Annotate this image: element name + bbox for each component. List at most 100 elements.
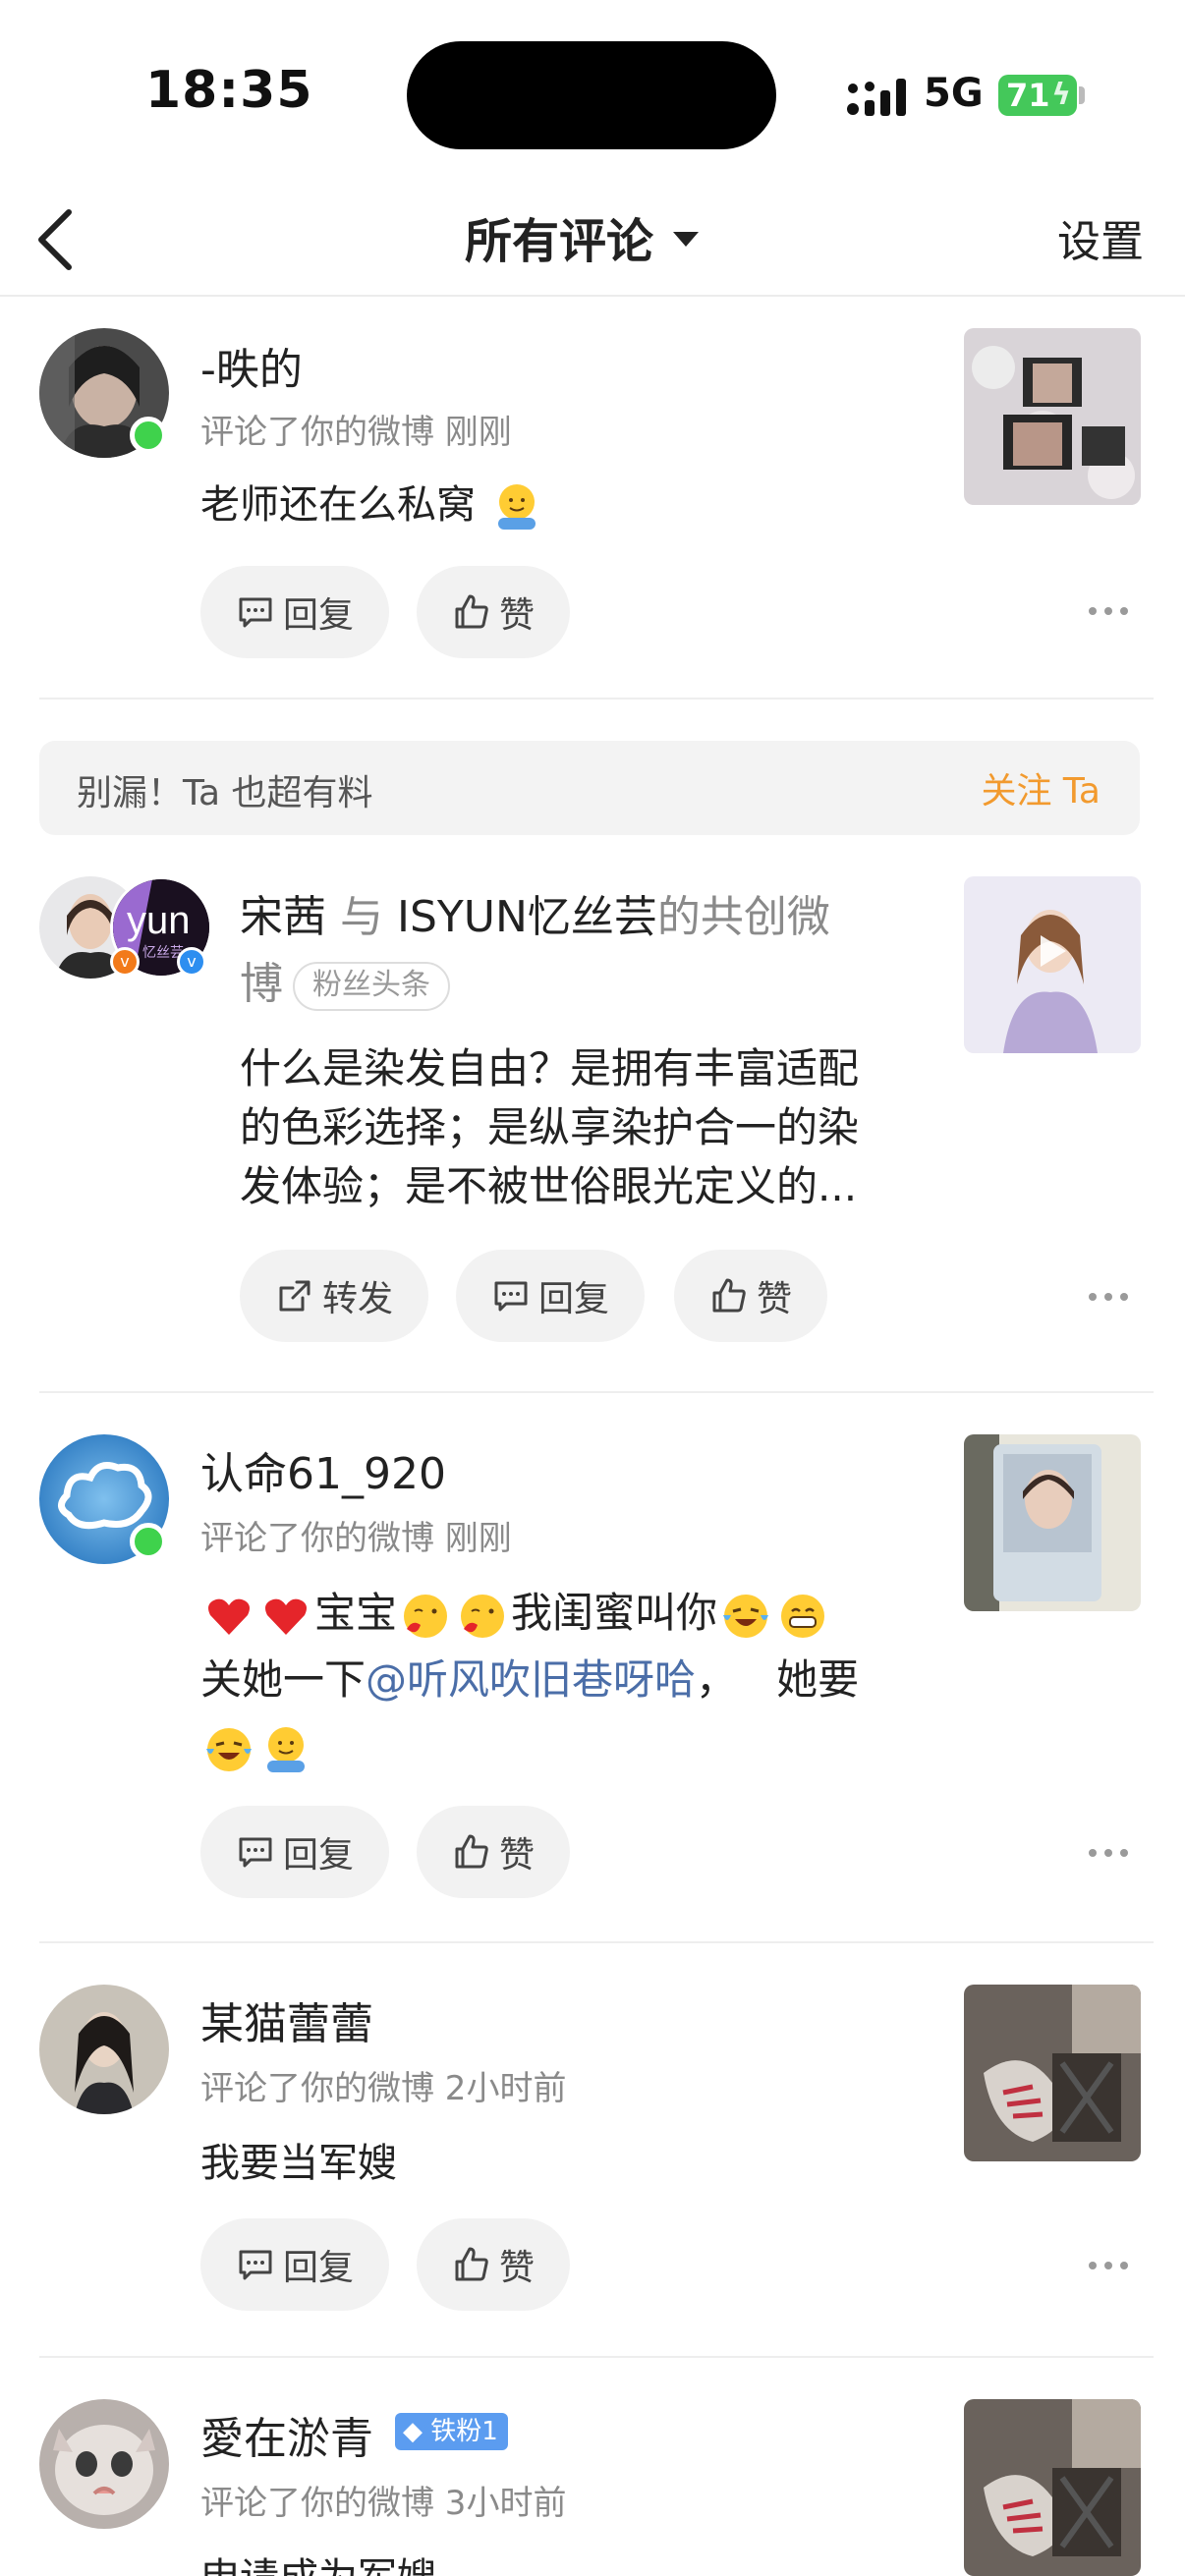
comment-meta: 评论了你的微博 刚刚 bbox=[200, 1519, 512, 1558]
comment-text: 我要当军嫂 bbox=[200, 2141, 397, 2186]
like-label: 赞 bbox=[498, 2248, 535, 2288]
recommendation-banner: 别漏！Ta 也超有料 关注 Ta bbox=[39, 741, 1140, 835]
reply-button[interactable]: 回复 bbox=[456, 1250, 645, 1342]
user-name[interactable]: 认命61_920 bbox=[200, 1438, 446, 1501]
reply-label: 回复 bbox=[282, 1835, 354, 1876]
comment-meta: 评论了你的微博 刚刚 bbox=[200, 413, 512, 452]
comment-body: ， 她要 bbox=[696, 1655, 860, 1704]
reply-label: 回复 bbox=[282, 595, 354, 636]
comment-filter-dropdown[interactable]: 所有评论 bbox=[465, 202, 700, 271]
like-label: 赞 bbox=[756, 1279, 792, 1319]
more-options-icon[interactable] bbox=[1089, 1845, 1128, 1861]
reply-button[interactable]: 回复 bbox=[200, 566, 389, 658]
text-line: 的色彩选择；是纵享染护合一的染 bbox=[240, 1103, 860, 1151]
iron-fan-badge: ◆ 铁粉1 bbox=[395, 2413, 508, 2450]
repost-button[interactable]: 转发 bbox=[240, 1250, 428, 1342]
title-suffix: 的共创微 bbox=[656, 892, 830, 942]
verified-blue-badge-icon: v bbox=[177, 947, 206, 977]
user-name[interactable]: 愛在淤青 bbox=[200, 2403, 373, 2466]
more-options-icon[interactable] bbox=[1089, 2258, 1128, 2273]
post-thumbnail[interactable] bbox=[964, 876, 1141, 1053]
comment-body: 关她一下 bbox=[200, 1655, 367, 1704]
comment-bubble-icon bbox=[239, 2250, 272, 2280]
comment-bubble-icon bbox=[239, 597, 272, 628]
thumbs-up-icon bbox=[712, 1278, 746, 1313]
more-options-icon[interactable] bbox=[1089, 1289, 1128, 1305]
hug-emoji-icon bbox=[497, 484, 536, 530]
like-label: 赞 bbox=[498, 1835, 535, 1876]
user-name[interactable]: -昳的 bbox=[200, 334, 303, 397]
thumbs-up-icon bbox=[455, 1834, 488, 1869]
comment-text: 老师还在么私窝 bbox=[200, 472, 545, 538]
title-suffix-2: 博 bbox=[240, 959, 283, 1009]
like-label: 赞 bbox=[498, 595, 535, 636]
charging-bolt-icon: ϟ bbox=[1051, 78, 1071, 112]
thumbs-up-icon bbox=[455, 2247, 488, 2281]
cocreate-text: 什么是染发自由？是拥有丰富适配 的色彩选择；是纵享染护合一的染 发体验；是不被世… bbox=[240, 1039, 859, 1216]
hug-emoji-icon bbox=[267, 1726, 305, 1772]
user-name[interactable]: 某猫蕾蕾 bbox=[200, 1988, 373, 2051]
diamond-icon: ◆ bbox=[403, 2417, 423, 2446]
back-arrow-icon[interactable] bbox=[29, 200, 88, 279]
comment-body: 我闺蜜叫你 bbox=[511, 1589, 718, 1637]
avatar[interactable] bbox=[39, 1985, 169, 2114]
recommendation-text: 别漏！Ta 也超有料 bbox=[77, 773, 373, 813]
online-status-dot bbox=[130, 417, 167, 454]
fan-headline-badge: 粉丝头条 bbox=[293, 962, 450, 1011]
comment-meta: 评论了你的微博 3小时前 bbox=[200, 2484, 567, 2523]
comment-meta: 评论了你的微博 2小时前 bbox=[200, 2069, 567, 2108]
red-heart-icon bbox=[208, 1598, 250, 1635]
comment-bubble-icon bbox=[494, 1281, 528, 1312]
comment-text: 宝宝 我闺蜜叫你 关她一下@听风吹旧巷呀哈， 她要 bbox=[200, 1580, 859, 1780]
text-line: 什么是染发自由？是拥有丰富适配 bbox=[240, 1044, 860, 1092]
post-thumbnail[interactable] bbox=[964, 1985, 1141, 2161]
author-name-isyun[interactable]: ISYUN忆丝芸 bbox=[397, 892, 657, 942]
follow-button[interactable]: 关注 Ta bbox=[981, 762, 1100, 813]
cocreate-title: 宋茜 与 ISYUN忆丝芸的共创微 博粉丝头条 bbox=[240, 884, 888, 1018]
verified-orange-badge-icon: v bbox=[110, 947, 140, 977]
avatar-isyun-text: yun bbox=[127, 899, 191, 942]
reply-label: 回复 bbox=[282, 2248, 354, 2288]
share-icon bbox=[279, 1280, 310, 1312]
connector: 与 bbox=[340, 892, 383, 942]
like-button[interactable]: 赞 bbox=[417, 1806, 570, 1898]
nav-bar: 所有评论 设置 bbox=[0, 187, 1185, 297]
kiss-emoji-icon bbox=[404, 1594, 448, 1638]
text-line: 发体验；是不被世俗眼光定义的... bbox=[240, 1162, 858, 1210]
page-title: 所有评论 bbox=[465, 214, 654, 269]
repost-label: 转发 bbox=[321, 1279, 393, 1319]
reply-button[interactable]: 回复 bbox=[200, 1806, 389, 1898]
reply-label: 回复 bbox=[537, 1279, 609, 1319]
status-bar: 18:35 5G 71 ϟ bbox=[0, 0, 1185, 187]
settings-button[interactable]: 设置 bbox=[1057, 206, 1144, 269]
like-button[interactable]: 赞 bbox=[417, 566, 570, 658]
post-thumbnail[interactable] bbox=[964, 2399, 1141, 2576]
status-time: 18:35 bbox=[145, 61, 313, 120]
comment-body: 老师还在么私窝 bbox=[200, 482, 476, 528]
comment-text: 申请成为军嫂 bbox=[200, 2545, 436, 2576]
post-thumbnail[interactable] bbox=[964, 1434, 1141, 1611]
signal-icon bbox=[847, 79, 906, 116]
iron-fan-label: 铁粉1 bbox=[430, 2417, 498, 2446]
avatar[interactable] bbox=[39, 2399, 169, 2529]
red-heart-icon bbox=[265, 1598, 307, 1635]
grin-emoji-icon bbox=[781, 1594, 825, 1638]
like-button[interactable]: 赞 bbox=[674, 1250, 827, 1342]
network-label: 5G bbox=[924, 71, 984, 116]
kiss-emoji-icon bbox=[461, 1594, 505, 1638]
like-button[interactable]: 赞 bbox=[417, 2218, 570, 2311]
divider bbox=[39, 698, 1154, 700]
reply-button[interactable]: 回复 bbox=[200, 2218, 389, 2311]
crying-laugh-emoji-icon bbox=[206, 1727, 252, 1771]
dynamic-island bbox=[407, 41, 776, 149]
post-thumbnail[interactable] bbox=[964, 328, 1141, 505]
divider bbox=[39, 1941, 1154, 1943]
comment-body: 宝宝 bbox=[314, 1589, 398, 1637]
thumbs-up-icon bbox=[455, 594, 488, 629]
user-mention-link[interactable]: @听风吹旧巷呀哈 bbox=[366, 1655, 696, 1704]
more-options-icon[interactable] bbox=[1089, 603, 1128, 619]
divider bbox=[39, 2356, 1154, 2358]
author-name-songqian[interactable]: 宋茜 bbox=[240, 892, 326, 942]
crying-laugh-emoji-icon bbox=[723, 1594, 769, 1638]
comment-bubble-icon bbox=[239, 1837, 272, 1868]
